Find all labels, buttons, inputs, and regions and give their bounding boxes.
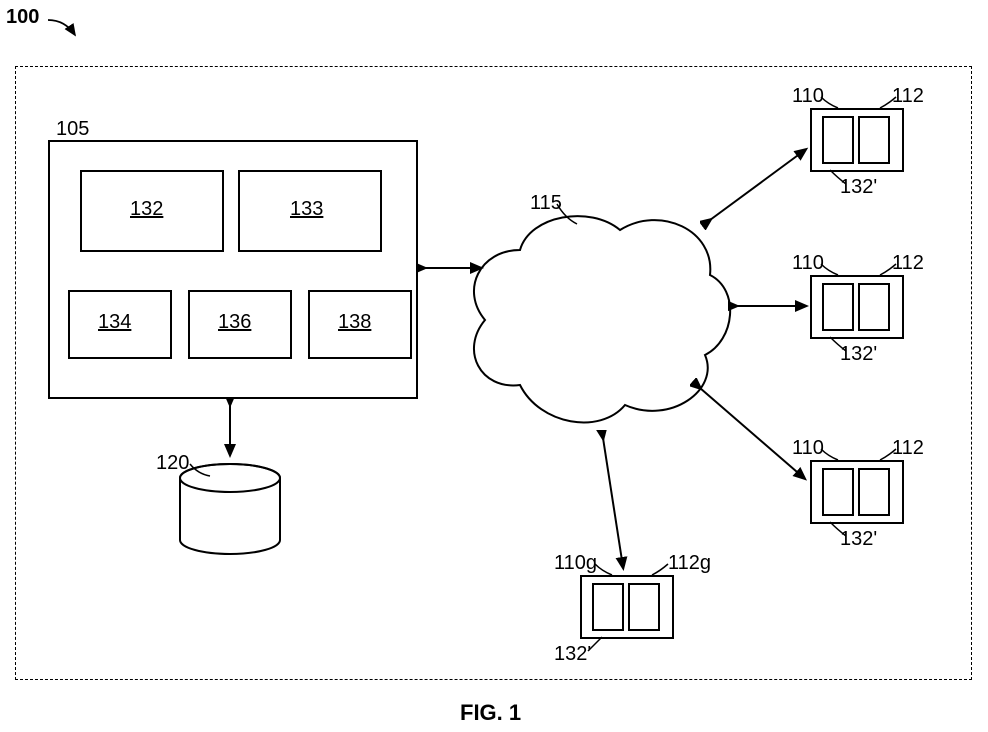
module-134-label: 134 <box>98 311 131 334</box>
module-133-label: 133 <box>290 198 323 221</box>
client2-leader-sub <box>828 335 850 355</box>
diagram-stage: 100 FIG. 1 105 132 133 134 136 138 120 <box>0 0 988 732</box>
client1-leader-left <box>820 92 842 112</box>
overall-ref-arrow <box>45 15 85 45</box>
client1-leader-sub <box>828 168 850 188</box>
client2-leader-right <box>878 259 900 279</box>
client3-leader-right <box>878 444 900 464</box>
arrow-cloud-client4 <box>588 430 638 575</box>
client4-leader-sub <box>586 635 608 655</box>
client-device-3-inner-left <box>822 468 854 516</box>
arrow-main-to-cloud <box>416 258 488 278</box>
cloud-leader <box>555 198 585 228</box>
client3-leader-sub <box>828 520 850 540</box>
client4-ref-right: 112g <box>668 552 711 575</box>
client-device-3-inner-right <box>858 468 890 516</box>
client-device-2-inner-right <box>858 283 890 331</box>
client-device-2-inner-left <box>822 283 854 331</box>
figure-title: FIG. 1 <box>460 700 521 726</box>
arrow-main-to-db <box>220 397 240 461</box>
database-leader <box>188 460 218 480</box>
ref-overall: 100 <box>6 6 39 29</box>
client4-leader-right <box>650 559 672 579</box>
arrow-cloud-client3 <box>690 378 814 488</box>
client-device-4-inner-right <box>628 583 660 631</box>
module-136-label: 136 <box>218 311 251 334</box>
arrow-cloud-client1 <box>700 140 815 230</box>
client1-leader-right <box>878 92 900 112</box>
client-device-1-inner-left <box>822 116 854 164</box>
module-138-label: 138 <box>338 311 371 334</box>
client2-leader-left <box>820 259 842 279</box>
arrow-cloud-client2 <box>728 296 813 316</box>
client-device-1-inner-right <box>858 116 890 164</box>
client-device-4-inner-left <box>592 583 624 631</box>
module-132-label: 132 <box>130 198 163 221</box>
ref-main-box: 105 <box>56 118 89 141</box>
client3-leader-left <box>820 444 842 464</box>
